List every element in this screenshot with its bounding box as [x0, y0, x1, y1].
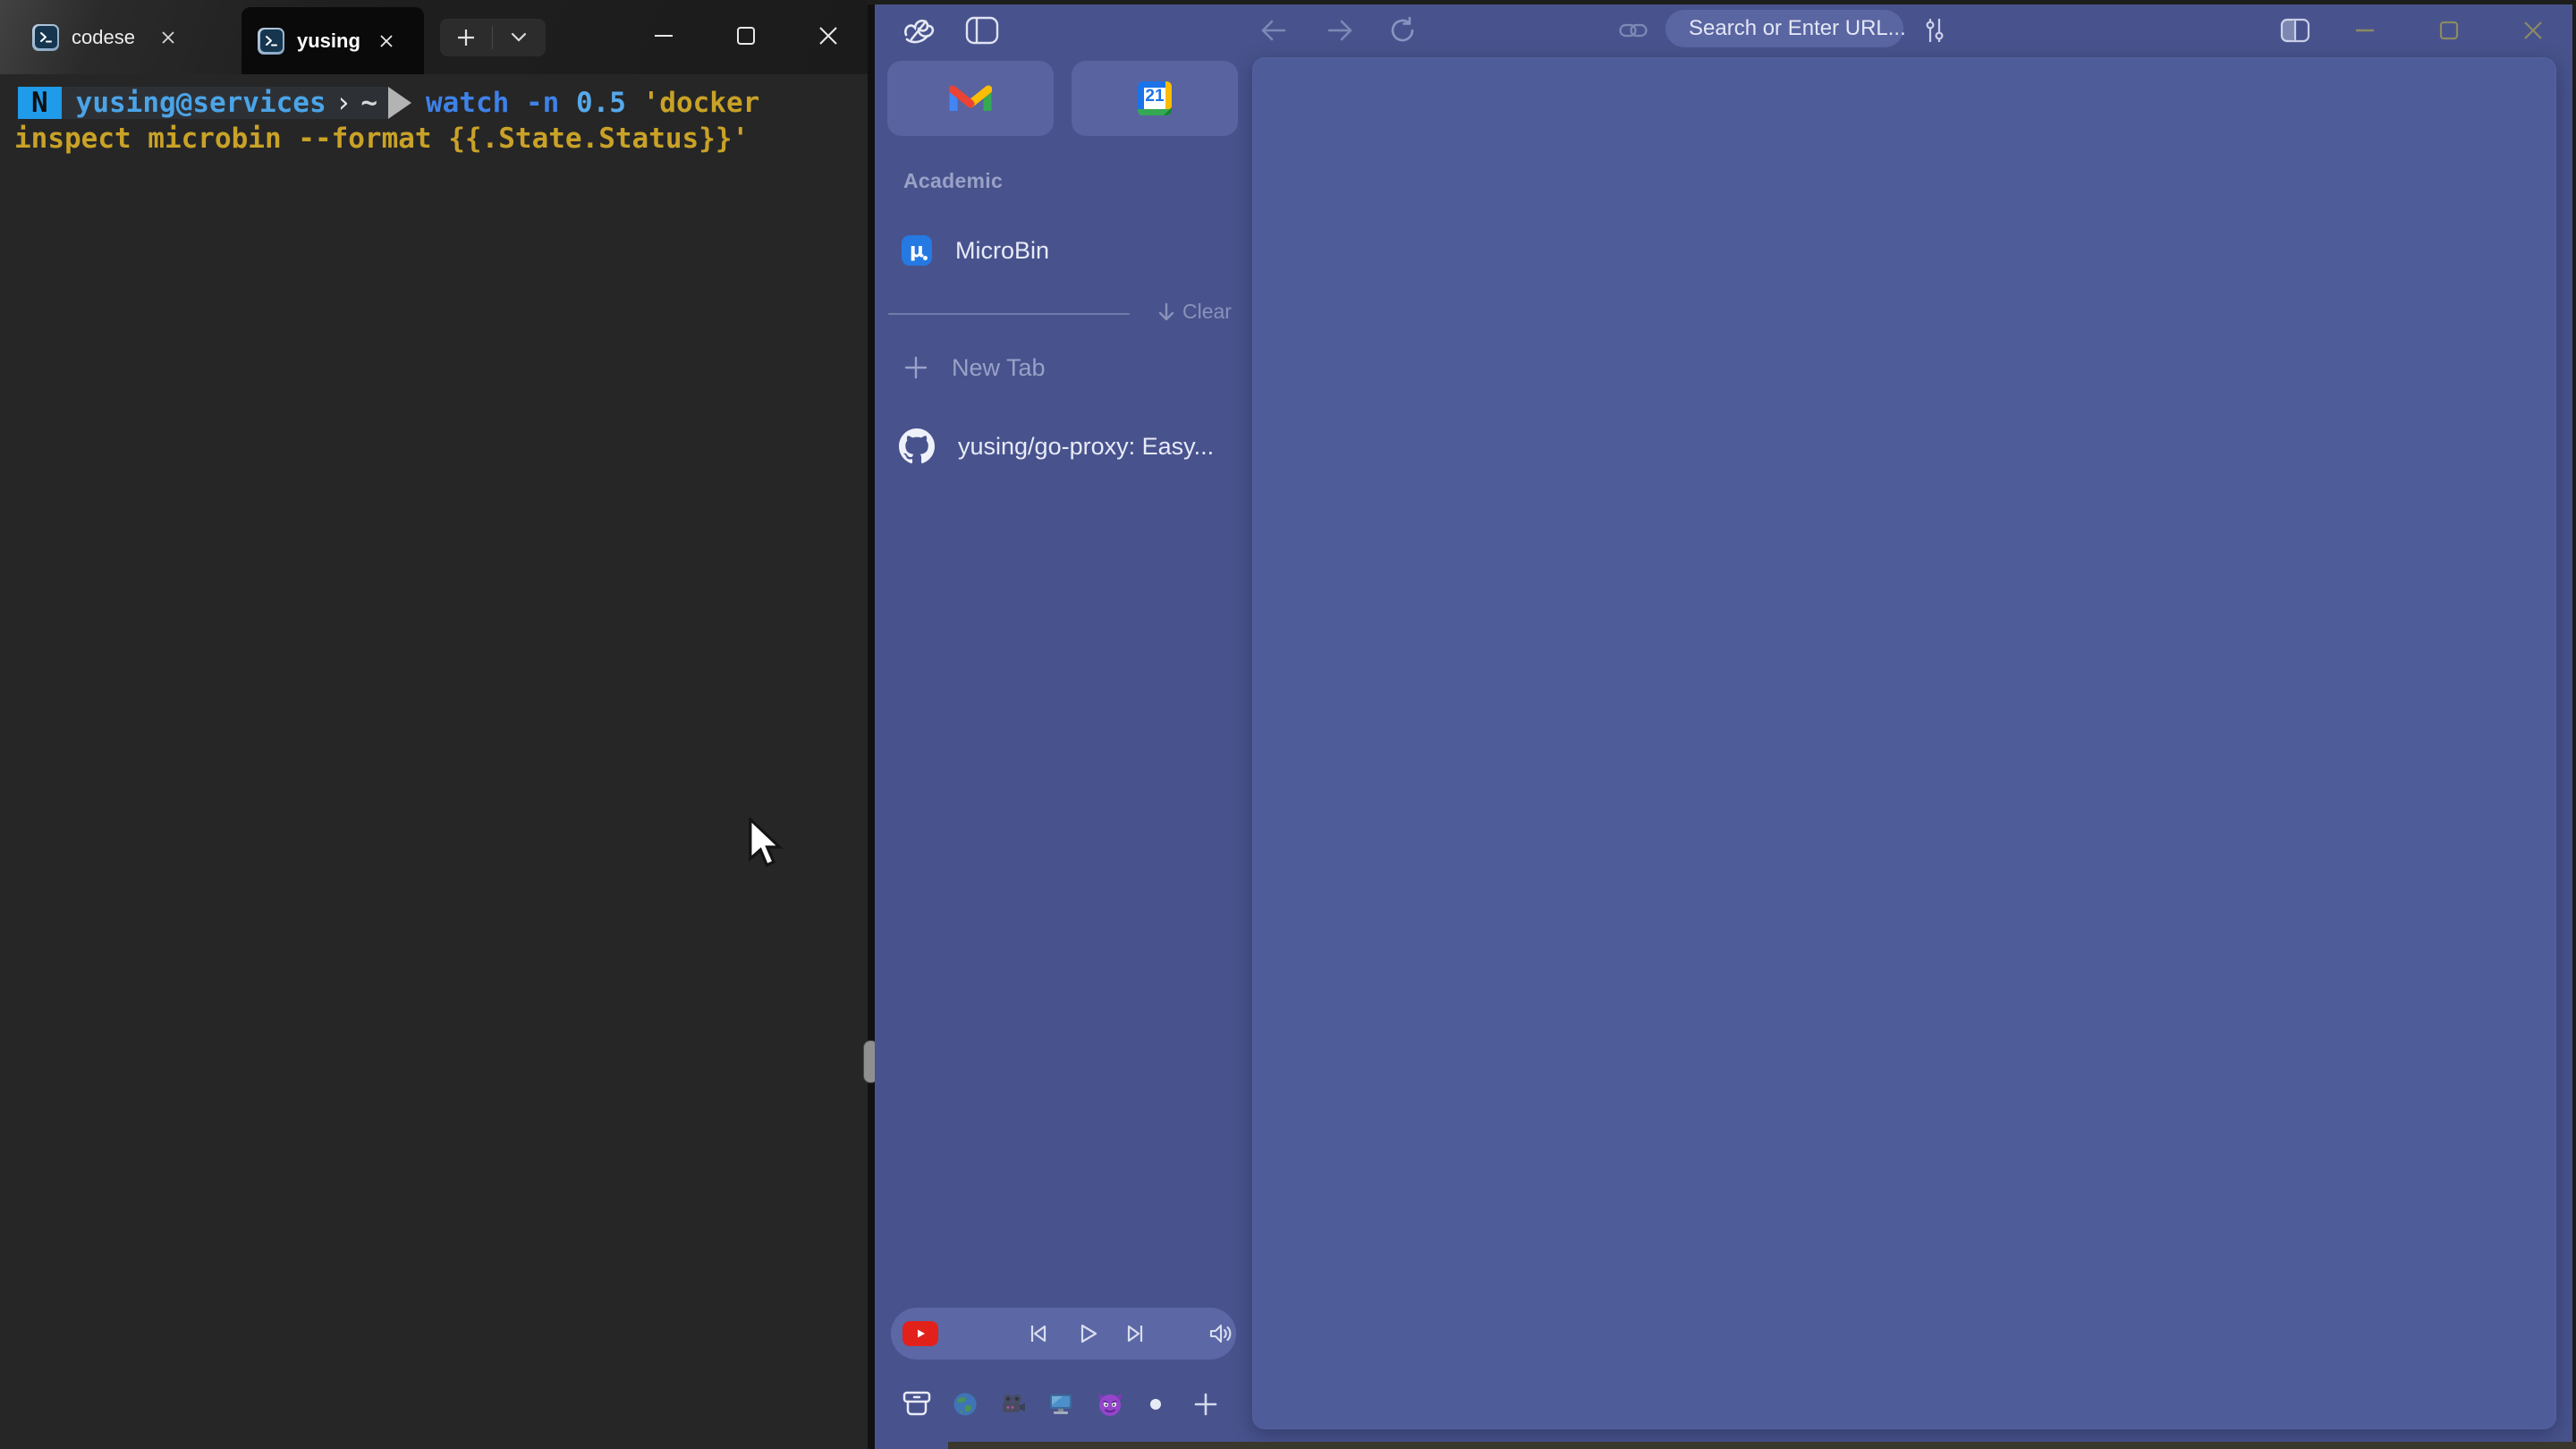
terminal-command-line2: inspect microbin --format {{.State.Statu… [14, 123, 749, 155]
terminal-close-button[interactable] [801, 9, 855, 63]
prompt-cwd: ~ [360, 87, 377, 119]
next-track-button[interactable] [1120, 1318, 1150, 1350]
window-divider[interactable] [868, 0, 875, 1449]
previous-track-button[interactable] [1023, 1318, 1054, 1350]
sidebar-new-tab-button[interactable]: New Tab [903, 349, 1046, 386]
cmd-arg-start: 'docker [643, 87, 760, 119]
terminal-tab-codeserver[interactable]: codese [32, 0, 175, 74]
mouse-cursor [746, 818, 785, 876]
media-player [891, 1308, 1236, 1360]
browser-maximize-button[interactable] [2424, 14, 2474, 47]
terminal-prompt-line: N yusing@services › ~ watch -n 0.5 'dock… [18, 87, 759, 119]
taskbar-edge [948, 1442, 2576, 1449]
link-icon[interactable] [1617, 17, 1649, 44]
tab-close-icon[interactable] [161, 30, 175, 45]
sidebar-toggle-icon[interactable] [961, 13, 1004, 48]
play-button[interactable] [1072, 1318, 1103, 1350]
archive-icon[interactable] [898, 1385, 936, 1422]
powershell-icon [32, 24, 59, 51]
cmd-interval: 0.5 [576, 87, 643, 119]
github-icon [899, 428, 935, 464]
calendar-day-number: 21 [1138, 87, 1172, 106]
terminal-window: codese yusing [0, 0, 868, 1449]
forward-button[interactable] [1320, 14, 1360, 47]
zen-logo-button[interactable] [896, 11, 939, 50]
workspace-bar [875, 1383, 1252, 1426]
volume-icon[interactable] [1206, 1318, 1236, 1350]
tab-title: MicroBin [955, 237, 1049, 265]
terminal-maximize-button[interactable] [719, 9, 773, 63]
terminal-titlebar[interactable]: codese yusing [0, 0, 868, 74]
workspace-devil-icon[interactable] [1094, 1388, 1126, 1420]
browser-window: Search or Enter URL... [875, 4, 2572, 1449]
new-tab-label: New Tab [952, 354, 1046, 382]
tab-title: yusing/go-proxy: Easy... [958, 433, 1214, 461]
clear-tabs-button[interactable]: Clear [1157, 300, 1232, 324]
terminal-tab-yusing[interactable]: yusing [242, 7, 424, 74]
prompt-powerline-cap [388, 87, 411, 119]
page-content-area [1252, 57, 2556, 1429]
node-env-badge: N [18, 87, 62, 119]
powershell-icon [258, 28, 284, 55]
workspace-globe-icon[interactable] [949, 1388, 981, 1420]
split-view-icon[interactable] [2275, 14, 2315, 47]
workspace-active-dot[interactable] [1148, 1396, 1164, 1412]
cmd-flag: -n [526, 87, 576, 119]
reload-button[interactable] [1383, 13, 1422, 48]
screen: codese yusing [0, 0, 2576, 1449]
microbin-favicon: μ [902, 235, 932, 266]
plus-icon [903, 355, 928, 380]
gmail-icon [949, 81, 992, 115]
essential-tab-gmail[interactable] [887, 61, 1054, 136]
new-tab-group [440, 19, 546, 56]
tab-title: codese [72, 26, 148, 49]
tab-close-icon[interactable] [379, 34, 394, 48]
screen-top-edge [868, 0, 2576, 4]
browser-minimize-button[interactable] [2340, 14, 2390, 47]
workspace-label: Academic [903, 169, 1003, 193]
essential-tab-calendar[interactable]: 21 [1072, 61, 1238, 136]
browser-close-button[interactable] [2508, 14, 2558, 47]
tab-dropdown-button[interactable] [493, 19, 545, 56]
tabs-separator [888, 313, 1130, 315]
new-tab-button[interactable] [440, 19, 492, 56]
prompt-user-host: yusing@services [76, 87, 326, 119]
clear-label: Clear [1182, 300, 1232, 324]
google-calendar-icon: 21 [1138, 81, 1172, 115]
url-placeholder: Search or Enter URL... [1689, 16, 1906, 41]
cmd-program: watch [426, 87, 526, 119]
url-settings-icon[interactable] [1917, 14, 1953, 47]
url-bar[interactable]: Search or Enter URL... [1665, 10, 1903, 47]
terminal-minimize-button[interactable] [637, 9, 691, 63]
prompt-separator: › [326, 87, 361, 119]
back-button[interactable] [1254, 14, 1293, 47]
workspace-desktop-icon[interactable] [1045, 1388, 1077, 1420]
sidebar-tab-github[interactable]: yusing/go-proxy: Easy... [899, 428, 1214, 465]
add-workspace-button[interactable] [1190, 1388, 1222, 1420]
youtube-icon[interactable] [902, 1321, 938, 1346]
arrow-down-icon [1157, 301, 1175, 323]
screen-right-edge [2572, 0, 2576, 1449]
workspace-movie-camera-icon[interactable] [997, 1388, 1030, 1420]
sidebar-tab-microbin[interactable]: μ MicroBin [902, 230, 1049, 271]
tab-title: yusing [297, 30, 367, 53]
